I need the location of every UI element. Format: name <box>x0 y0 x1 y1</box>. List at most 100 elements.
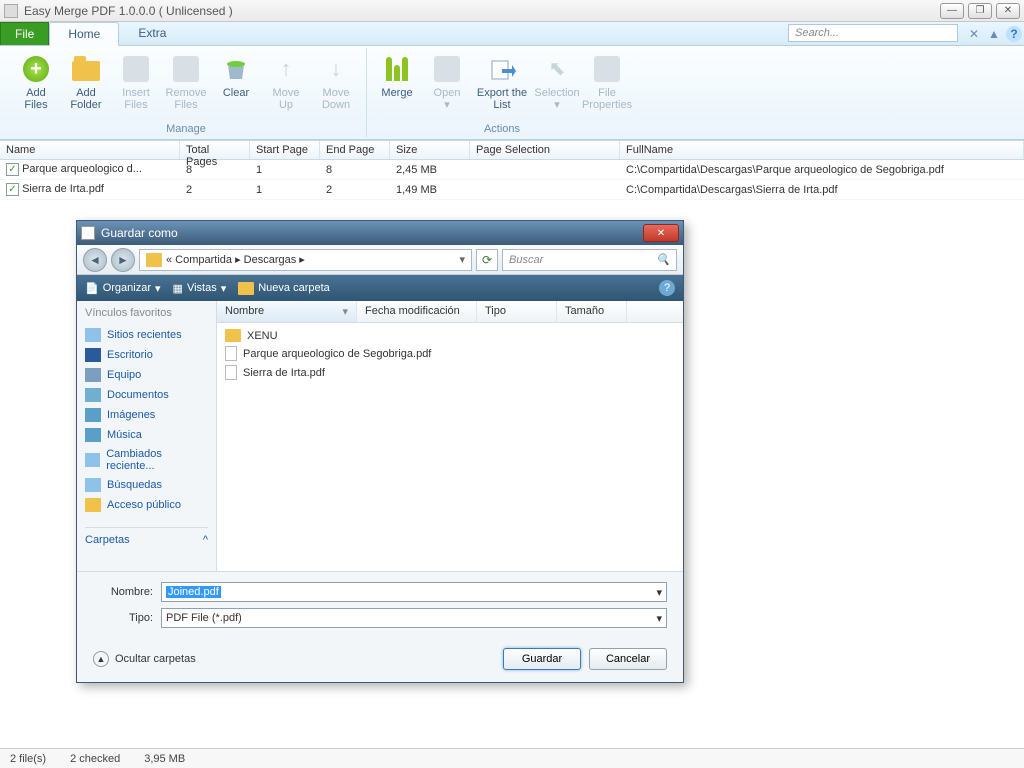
col-end-page[interactable]: End Page <box>320 141 390 159</box>
minimize-button[interactable]: — <box>940 3 964 19</box>
close-button[interactable]: ✕ <box>996 3 1020 19</box>
tab-file[interactable]: File <box>0 22 49 45</box>
fav-music[interactable]: Música <box>85 425 208 445</box>
add-folder-button[interactable]: Add Folder <box>62 48 110 116</box>
chevron-down-icon[interactable]: ▾ <box>459 253 465 266</box>
chevron-down-icon[interactable]: ▾ <box>656 586 662 599</box>
fav-documents[interactable]: Documentos <box>85 385 208 405</box>
checkbox[interactable]: ✓ <box>6 183 19 196</box>
tab-home[interactable]: Home <box>49 22 119 46</box>
col-nombre[interactable]: Nombre ▾ <box>217 301 357 322</box>
dialog-close-button[interactable]: ✕ <box>643 224 679 242</box>
search-folder-icon <box>85 478 101 492</box>
tab-extra[interactable]: Extra <box>119 21 185 45</box>
chevron-up-icon: ^ <box>203 534 208 546</box>
clear-button[interactable]: Clear <box>212 48 260 104</box>
file-properties-button[interactable]: File Properties <box>583 48 631 116</box>
folder-icon <box>225 329 241 342</box>
table-row[interactable]: ✓ Parque arqueologico d... 8 1 8 2,45 MB… <box>0 160 1024 180</box>
filetype-select[interactable]: PDF File (*.pdf)▾ <box>161 608 667 628</box>
dialog-help-icon[interactable]: ? <box>659 280 675 296</box>
cancel-button[interactable]: Cancelar <box>589 648 667 670</box>
table-row[interactable]: ✓ Sierra de Irta.pdf 2 1 2 1,49 MB C:\Co… <box>0 180 1024 200</box>
status-size: 3,95 MB <box>144 753 185 765</box>
fav-computer[interactable]: Equipo <box>85 365 208 385</box>
dialog-footer: ▲Ocultar carpetas Guardar Cancelar <box>77 640 683 682</box>
col-total-pages[interactable]: Total Pages <box>180 141 250 159</box>
open-button[interactable]: Open ▾ <box>423 48 471 116</box>
folders-toggle[interactable]: Carpetas^ <box>85 527 208 546</box>
selection-button[interactable]: ⬉Selection ▾ <box>533 48 581 116</box>
status-checked: 2 checked <box>70 753 120 765</box>
fav-recent[interactable]: Sitios recientes <box>85 325 208 345</box>
views-button[interactable]: ▦ Vistas ▾ <box>173 282 227 295</box>
organize-button[interactable]: 📄 Organizar ▾ <box>85 282 161 295</box>
col-size[interactable]: Size <box>390 141 470 159</box>
fav-images[interactable]: Imágenes <box>85 405 208 425</box>
list-item[interactable]: Parque arqueologico de Segobriga.pdf <box>217 344 683 363</box>
maximize-button[interactable]: ❐ <box>968 3 992 19</box>
name-label: Nombre: <box>93 586 153 598</box>
folder-icon <box>146 253 162 267</box>
type-label: Tipo: <box>93 612 153 624</box>
dialog-titlebar[interactable]: Guardar como ✕ <box>77 221 683 245</box>
changed-icon <box>85 453 100 467</box>
favorites-pane: Vínculos favoritos Sitios recientes Escr… <box>77 301 217 571</box>
path-bar[interactable]: « Compartida ▸ Descargas ▸ ▾ <box>139 249 472 271</box>
insert-files-button[interactable]: Insert Files <box>112 48 160 116</box>
ribbon: +Add Files Add Folder Insert Files Remov… <box>0 46 1024 140</box>
back-button[interactable]: ◄ <box>83 248 107 272</box>
col-tipo[interactable]: Tipo <box>477 301 557 322</box>
grid-body: ✓ Parque arqueologico d... 8 1 8 2,45 MB… <box>0 160 1024 200</box>
collapse-icon: ▲ <box>93 651 109 667</box>
remove-icon <box>173 56 199 82</box>
ribbon-group-manage: +Add Files Add Folder Insert Files Remov… <box>6 48 367 137</box>
save-button[interactable]: Guardar <box>503 648 581 670</box>
col-fullname[interactable]: FullName <box>620 141 1024 159</box>
move-down-button[interactable]: ↓Move Down <box>312 48 360 116</box>
filename-input[interactable]: Joined.pdf▾ <box>161 582 667 602</box>
search-input[interactable]: Search... <box>788 24 958 42</box>
col-fecha[interactable]: Fecha modificación <box>357 301 477 322</box>
move-up-button[interactable]: ↑Move Up <box>262 48 310 116</box>
col-page-selection[interactable]: Page Selection <box>470 141 620 159</box>
checkbox[interactable]: ✓ <box>6 163 19 176</box>
fav-desktop[interactable]: Escritorio <box>85 345 208 365</box>
new-folder-button[interactable]: Nueva carpeta <box>238 282 330 295</box>
col-name[interactable]: Name <box>0 141 180 159</box>
add-files-button[interactable]: +Add Files <box>12 48 60 116</box>
export-icon <box>488 55 516 83</box>
folder-icon <box>72 61 100 81</box>
fav-recently-changed[interactable]: Cambiados reciente... <box>85 445 208 475</box>
refresh-button[interactable]: ⟳ <box>476 249 498 271</box>
file-icon <box>225 346 237 361</box>
remove-files-button[interactable]: Remove Files <box>162 48 210 116</box>
insert-icon <box>123 56 149 82</box>
col-tamano[interactable]: Tamaño <box>557 301 627 322</box>
status-files: 2 file(s) <box>10 753 46 765</box>
clear-search-icon[interactable]: ✕ <box>966 26 982 42</box>
fav-searches[interactable]: Búsquedas <box>85 475 208 495</box>
fav-public[interactable]: Acceso público <box>85 495 208 515</box>
plus-icon: + <box>23 56 49 82</box>
search-icon: 🔍 <box>656 253 670 266</box>
hide-folders-toggle[interactable]: ▲Ocultar carpetas <box>93 651 196 667</box>
list-item[interactable]: Sierra de Irta.pdf <box>217 363 683 382</box>
music-icon <box>85 428 101 442</box>
help-icon[interactable]: ? <box>1006 26 1022 42</box>
list-item[interactable]: XENU <box>217 327 683 344</box>
arrow-down-icon: ↓ <box>320 53 352 85</box>
chevron-down-icon[interactable]: ▾ <box>656 612 662 625</box>
dialog-search-input[interactable]: Buscar 🔍 <box>502 249 677 271</box>
merge-button[interactable]: Merge <box>373 48 421 104</box>
dropdown-icon[interactable]: ▲ <box>986 26 1002 42</box>
group-label-actions: Actions <box>484 121 520 137</box>
forward-button[interactable]: ► <box>111 248 135 272</box>
group-label-manage: Manage <box>166 121 206 137</box>
export-list-button[interactable]: Export the List <box>473 48 531 116</box>
desktop-icon <box>85 348 101 362</box>
search-placeholder: Search... <box>795 27 839 39</box>
col-start-page[interactable]: Start Page <box>250 141 320 159</box>
folder-icon <box>85 498 101 512</box>
app-icon <box>4 4 18 18</box>
